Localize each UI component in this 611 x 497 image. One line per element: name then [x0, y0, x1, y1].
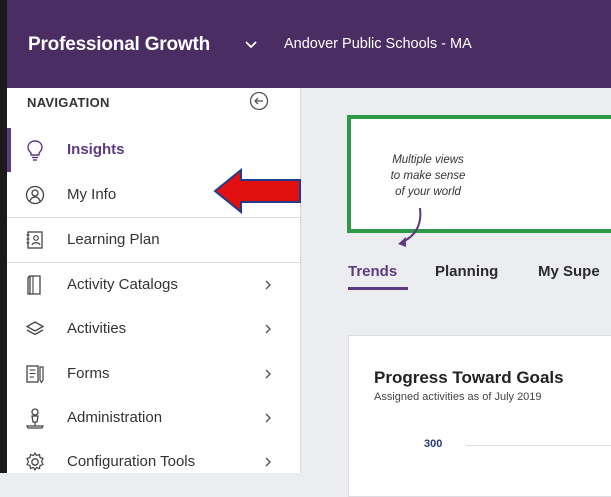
chevron-right-icon: [265, 457, 271, 467]
callout-line: of your world: [395, 186, 461, 198]
chevron-right-icon: [265, 324, 271, 334]
y-axis-tick-label: 300: [424, 438, 443, 450]
person-circle-icon: [25, 185, 45, 205]
top-header: Professional Growth Andover Public Schoo…: [7, 0, 611, 88]
portfolio-icon: [26, 231, 43, 249]
chevron-right-icon: [265, 280, 271, 290]
sidebar-item-label: Administration: [67, 409, 163, 426]
sidebar-item-activities[interactable]: Activities: [7, 307, 300, 351]
red-arrow-annotation: [213, 168, 301, 214]
sidebar: NAVIGATION Insights My Info Learning Pla…: [7, 88, 301, 473]
active-indicator: [7, 128, 11, 172]
chevron-down-icon[interactable]: [245, 40, 257, 50]
card-title: Progress Toward Goals: [374, 368, 564, 387]
tab-active-underline: [348, 287, 408, 290]
card-subtitle: Assigned activities as of July 2019: [374, 391, 542, 403]
tab-planning[interactable]: Planning: [435, 263, 498, 280]
chevron-right-icon: [265, 369, 271, 379]
sidebar-item-label: Configuration Tools: [67, 453, 196, 470]
sidebar-item-label: Activity Catalogs: [67, 276, 178, 293]
tab-trends[interactable]: Trends: [348, 263, 397, 280]
chart-gridline: [466, 445, 611, 446]
main-content: Multiple views to make sense of your wor…: [301, 88, 611, 497]
form-icon: [26, 365, 44, 384]
gear-icon: [26, 451, 44, 472]
window-edge: [0, 0, 7, 473]
sidebar-title: NAVIGATION: [27, 95, 110, 110]
callout-text: Multiple views to make sense of your wor…: [373, 152, 483, 200]
collapse-sidebar-icon[interactable]: [247, 89, 271, 113]
sidebar-item-label: Insights: [67, 141, 125, 158]
sidebar-item-forms[interactable]: Forms: [7, 352, 300, 396]
sidebar-item-learning-plan[interactable]: Learning Plan: [7, 218, 300, 262]
sidebar-item-label: My Info: [67, 186, 117, 203]
sidebar-item-configuration-tools[interactable]: Configuration Tools: [7, 440, 300, 484]
curved-arrow-icon: [398, 207, 422, 247]
callout-line: Multiple views: [392, 154, 464, 166]
chevron-right-icon: [265, 413, 271, 423]
admin-person-icon: [26, 408, 44, 429]
app-title[interactable]: Professional Growth: [28, 34, 210, 56]
lightbulb-icon: [27, 140, 43, 161]
layers-icon: [25, 321, 45, 336]
sidebar-item-administration[interactable]: Administration: [7, 396, 300, 440]
tab-my-supervisees[interactable]: My Supe: [538, 263, 600, 280]
sidebar-item-label: Forms: [67, 365, 110, 382]
sidebar-item-label: Activities: [67, 320, 127, 337]
organization-name: Andover Public Schools - MA: [284, 36, 472, 52]
sidebar-item-label: Learning Plan: [67, 231, 160, 248]
callout-line: to make sense: [390, 170, 466, 182]
sidebar-item-activity-catalogs[interactable]: Activity Catalogs: [7, 263, 300, 307]
sidebar-item-insights[interactable]: Insights: [7, 128, 300, 172]
book-icon: [27, 275, 41, 295]
